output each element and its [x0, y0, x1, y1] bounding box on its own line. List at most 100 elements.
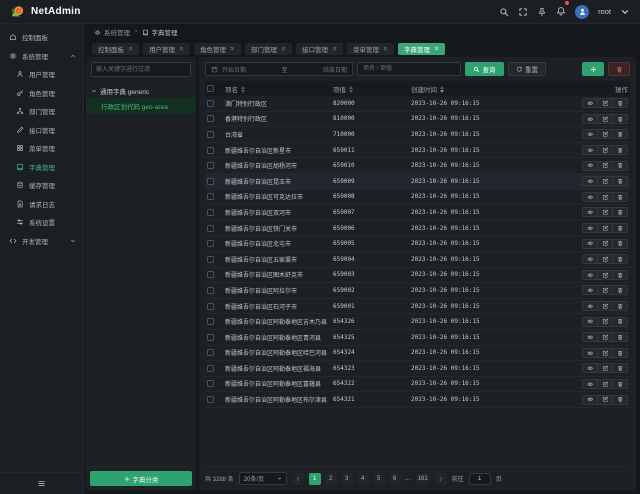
page-button[interactable]: 2 [325, 473, 337, 485]
view-button[interactable] [582, 239, 598, 249]
delete-button[interactable] [612, 301, 628, 311]
delete-button[interactable] [612, 395, 628, 405]
row-checkbox[interactable] [207, 193, 214, 200]
view-button[interactable] [582, 317, 598, 327]
page-button[interactable]: 5 [373, 473, 385, 485]
goto-page-input[interactable] [469, 473, 491, 485]
add-row-button[interactable] [582, 62, 604, 76]
close-icon[interactable] [434, 46, 439, 51]
edit-button[interactable] [597, 239, 613, 249]
edit-button[interactable] [597, 129, 613, 139]
edit-button[interactable] [597, 285, 613, 295]
page-button[interactable]: 1 [309, 473, 321, 485]
row-checkbox[interactable] [207, 303, 214, 310]
sort-icon[interactable] [241, 86, 245, 93]
page-button[interactable]: 6 [389, 473, 401, 485]
reset-button[interactable]: 重置 [508, 62, 547, 76]
edit-button[interactable] [597, 145, 613, 155]
tab[interactable]: 角色管理 [194, 43, 241, 55]
row-checkbox[interactable] [207, 396, 214, 403]
view-button[interactable] [582, 270, 598, 280]
sort-icon[interactable] [349, 86, 353, 93]
delete-button[interactable] [612, 114, 628, 124]
delete-button[interactable] [612, 176, 628, 186]
edit-button[interactable] [597, 192, 613, 202]
search-button[interactable]: 查询 [465, 62, 504, 76]
tab[interactable]: 控制面板 [92, 43, 139, 55]
edit-button[interactable] [597, 223, 613, 233]
close-icon[interactable] [332, 46, 337, 51]
edit-button[interactable] [597, 317, 613, 327]
tree-node-selected[interactable]: 行政区划代码 geo-area [86, 98, 196, 114]
select-all-checkbox[interactable] [207, 85, 214, 92]
view-button[interactable] [582, 98, 598, 108]
notifications-button[interactable] [556, 3, 566, 21]
edit-button[interactable] [597, 395, 613, 405]
sidebar-item[interactable]: 用户管理 [0, 65, 83, 84]
batch-delete-button[interactable] [608, 62, 630, 76]
edit-button[interactable] [597, 379, 613, 389]
edit-button[interactable] [597, 301, 613, 311]
sidebar-item[interactable]: 控制面板 [0, 28, 83, 47]
user-menu-chevron-down-icon[interactable] [620, 7, 630, 17]
row-checkbox[interactable] [207, 131, 214, 138]
fullscreen-icon[interactable] [518, 7, 528, 17]
column-header-name[interactable]: 项名 [225, 84, 333, 94]
username[interactable]: root [598, 7, 611, 16]
close-icon[interactable] [281, 46, 286, 51]
row-checkbox[interactable] [207, 349, 214, 356]
next-page-button[interactable] [435, 473, 447, 485]
view-button[interactable] [582, 285, 598, 295]
delete-button[interactable] [612, 98, 628, 108]
tab[interactable]: 接口管理 [296, 43, 343, 55]
row-checkbox[interactable] [207, 162, 214, 169]
edit-button[interactable] [597, 161, 613, 171]
breadcrumb-item[interactable]: 字典管理 [142, 27, 178, 37]
edit-button[interactable] [597, 363, 613, 373]
edit-button[interactable] [597, 254, 613, 264]
sidebar-item[interactable]: 接口管理 [0, 121, 83, 140]
view-button[interactable] [582, 379, 598, 389]
page-button[interactable]: 161 [416, 473, 430, 485]
page-button[interactable]: 3 [341, 473, 353, 485]
edit-button[interactable] [597, 176, 613, 186]
row-checkbox[interactable] [207, 115, 214, 122]
delete-button[interactable] [612, 332, 628, 342]
row-checkbox[interactable] [207, 318, 214, 325]
view-button[interactable] [582, 129, 598, 139]
edit-button[interactable] [597, 348, 613, 358]
view-button[interactable] [582, 254, 598, 264]
delete-button[interactable] [612, 207, 628, 217]
view-button[interactable] [582, 207, 598, 217]
tree-root-node[interactable]: 通用字典 generic [86, 84, 196, 98]
row-checkbox[interactable] [207, 256, 214, 263]
sidebar-collapse-hamburger-icon[interactable] [37, 479, 46, 488]
edit-button[interactable] [597, 270, 613, 280]
sidebar-item[interactable]: 菜单管理 [0, 139, 83, 158]
delete-button[interactable] [612, 270, 628, 280]
view-button[interactable] [582, 363, 598, 373]
row-checkbox[interactable] [207, 240, 214, 247]
edit-button[interactable] [597, 207, 613, 217]
tree-filter-input[interactable] [91, 62, 191, 77]
row-checkbox[interactable] [207, 271, 214, 278]
sidebar-item[interactable]: 字典管理 [0, 158, 83, 177]
tab[interactable]: 部门管理 [245, 43, 292, 55]
edit-button[interactable] [597, 332, 613, 342]
tab[interactable]: 用户管理 [143, 43, 190, 55]
page-button[interactable]: 4 [357, 473, 369, 485]
delete-button[interactable] [612, 254, 628, 264]
delete-button[interactable] [612, 129, 628, 139]
edit-button[interactable] [597, 114, 613, 124]
delete-button[interactable] [612, 363, 628, 373]
tab[interactable]: 字典管理 [398, 43, 445, 55]
add-dictionary-category-button[interactable]: 字典分类 [90, 471, 192, 486]
pager-ellipsis[interactable]: … [405, 476, 412, 482]
close-icon[interactable] [230, 46, 235, 51]
keyword-input[interactable] [357, 62, 461, 76]
page-size-select[interactable]: 20条/页 [239, 472, 287, 485]
delete-button[interactable] [612, 161, 628, 171]
column-header-value[interactable]: 项值 [333, 84, 411, 94]
search-icon[interactable] [499, 7, 509, 17]
sidebar-item[interactable]: 缓存管理 [0, 176, 83, 195]
